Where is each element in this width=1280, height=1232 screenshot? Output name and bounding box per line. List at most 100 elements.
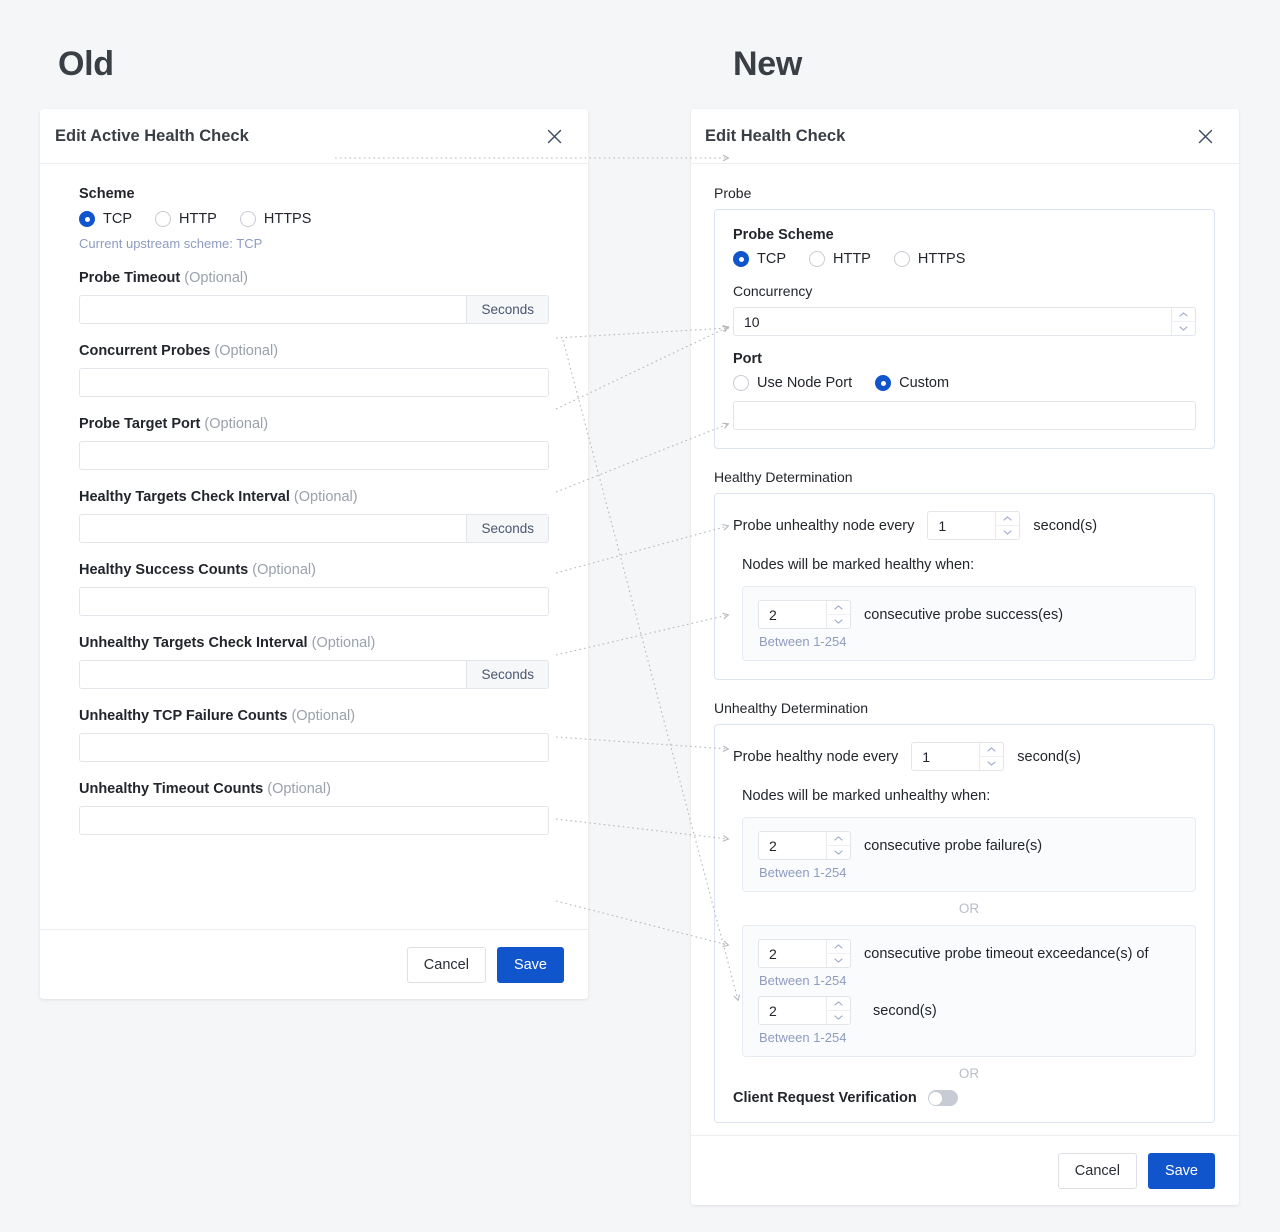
stepper-down-icon[interactable] [996,525,1020,539]
unhealthy-rule2b-stepper[interactable]: 2 [758,996,851,1025]
healthy-interval-prefix: Probe unhealthy node every [733,517,915,534]
client-request-verification-toggle[interactable] [927,1090,958,1106]
probe-scheme-radio-https[interactable]: HTTPS [893,251,966,267]
unhealthy-interval-row: Probe healthy node every 1 second(s) [733,742,1196,771]
healthy-interval-spinner[interactable] [995,512,1020,539]
concurrency-stepper[interactable]: 10 [733,307,1196,336]
probe-scheme-radio-https-label: HTTPS [917,251,966,267]
healthy-targets-check-interval-input[interactable] [80,515,467,542]
stepper-up-icon[interactable] [827,997,850,1010]
cancel-button[interactable]: Cancel [1057,1152,1137,1189]
stepper-down-icon[interactable] [827,1010,850,1024]
healthy-success-counts-input[interactable] [79,587,549,616]
scheme-radio-tcp-label: TCP [103,211,132,227]
healthy-interval-unit: second(s) [1033,517,1098,534]
healthy-determination-label: Healthy Determination [714,469,853,485]
save-button[interactable]: Save [496,946,564,983]
unhealthy-rule2b-spinner[interactable] [826,997,850,1024]
probe-scheme-radio-http[interactable]: HTTP [809,251,871,267]
healthy-targets-check-interval-label: Healthy Targets Check Interval (Optional… [79,489,358,505]
healthy-interval-stepper[interactable]: 1 [927,511,1021,540]
stepper-down-icon[interactable] [827,845,850,859]
radio-indicator [809,251,825,267]
unhealthy-interval-spinner[interactable] [979,743,1004,770]
port-radio-use-node-port-label: Use Node Port [757,375,853,391]
or-separator-1: OR [958,901,980,916]
unhealthy-timeout-counts-input[interactable] [79,806,549,835]
stepper-down-icon[interactable] [827,614,850,628]
unhealthy-tcp-failure-counts-input[interactable] [79,733,549,762]
unhealthy-interval-value[interactable]: 1 [912,743,979,770]
unhealthy-timeout-counts-label: Unhealthy Timeout Counts (Optional) [79,781,331,797]
unhealthy-rule2-value[interactable]: 2 [759,940,826,967]
concurrent-probes-field: Concurrent Probes (Optional) [79,343,549,397]
port-radio-custom[interactable]: Custom [875,375,949,391]
cancel-button[interactable]: Cancel [406,946,486,983]
unhealthy-rule2-hint: Between 1-254 [759,973,847,988]
stepper-up-icon[interactable] [827,601,850,614]
healthy-interval-value[interactable]: 1 [928,512,995,539]
concurrency-spinner[interactable] [1171,308,1195,335]
unhealthy-rule2b-hint: Between 1-254 [759,1030,847,1045]
healthy-targets-check-interval-suffix: Seconds [466,515,548,542]
port-label: Port [733,351,762,367]
unhealthy-rule1-stepper[interactable]: 2 [758,831,851,860]
healthy-rule-stepper[interactable]: 2 [758,600,851,629]
scheme-radio-http[interactable]: HTTP [155,211,217,227]
unhealthy-rule2-stepper[interactable]: 2 [758,939,851,968]
stepper-up-icon[interactable] [1172,308,1195,321]
unhealthy-targets-check-interval-input[interactable] [80,661,467,688]
unhealthy-targets-check-interval-suffix: Seconds [466,661,548,688]
stepper-down-icon[interactable] [980,756,1004,770]
stepper-up-icon[interactable] [827,940,850,953]
new-dialog-header: Edit Health Check [691,109,1239,164]
concurrent-probes-label: Concurrent Probes (Optional) [79,343,279,359]
unhealthy-interval-stepper[interactable]: 1 [911,742,1005,771]
unhealthy-rule1-value[interactable]: 2 [759,832,826,859]
healthy-success-counts-field: Healthy Success Counts (Optional) [79,562,549,616]
probe-timeout-input[interactable] [80,296,467,323]
unhealthy-rule2b-value[interactable]: 2 [759,997,826,1024]
stepper-down-icon[interactable] [827,953,850,967]
probe-scheme-radio-tcp[interactable]: TCP [733,251,786,267]
scheme-radio-https-label: HTTPS [263,211,312,227]
radio-indicator [733,375,749,391]
unhealthy-rule2-spinner[interactable] [826,940,850,967]
save-button[interactable]: Save [1147,1152,1215,1189]
probe-scheme-label: Probe Scheme [733,227,834,243]
probe-timeout-suffix: Seconds [466,296,548,323]
port-radio-use-node-port[interactable]: Use Node Port [733,375,852,391]
stepper-up-icon[interactable] [996,512,1019,525]
unhealthy-rule1-text: consecutive probe failure(s) [864,837,1043,854]
unhealthy-targets-check-interval-label: Unhealthy Targets Check Interval (Option… [79,635,376,651]
healthy-interval-row: Probe unhealthy node every 1 second(s) [733,511,1196,540]
scheme-radio-https[interactable]: HTTPS [239,211,312,227]
unhealthy-rule2b-text: second(s) [873,1002,937,1019]
old-dialog-footer: Cancel Save [40,929,588,999]
stepper-up-icon[interactable] [827,832,850,845]
probe-target-port-input[interactable] [79,441,549,470]
close-icon[interactable] [543,125,565,147]
stepper-down-icon[interactable] [1172,321,1195,335]
unhealthy-targets-check-interval-input-group: Seconds [79,660,549,689]
close-icon[interactable] [1194,125,1216,147]
unhealthy-rule1-spinner[interactable] [826,832,850,859]
probe-timeout-input-group: Seconds [79,295,549,324]
toggle-knob [929,1091,943,1105]
unhealthy-rule1-hint: Between 1-254 [759,865,847,880]
scheme-radio-tcp[interactable]: TCP [79,211,132,227]
concurrency-value[interactable]: 10 [734,308,1171,335]
port-custom-input[interactable] [733,401,1196,430]
radio-indicator [733,251,749,267]
unhealthy-rule2-card: 2 consecutive probe timeout exceedance(s… [742,925,1196,1057]
probe-timeout-label: Probe Timeout (Optional) [79,270,248,286]
new-dialog-footer: Cancel Save [691,1135,1239,1205]
stepper-up-icon[interactable] [980,743,1003,756]
unhealthy-determination-card: Probe healthy node every 1 second(s) Nod… [714,724,1215,1123]
or-separator-2: OR [958,1066,980,1081]
unhealthy-interval-prefix: Probe healthy node every [733,748,899,765]
probe-timeout-field: Probe Timeout (Optional) Seconds [79,270,549,324]
healthy-rule-value[interactable]: 2 [759,601,826,628]
concurrent-probes-input[interactable] [79,368,549,397]
healthy-rule-spinner[interactable] [826,601,850,628]
